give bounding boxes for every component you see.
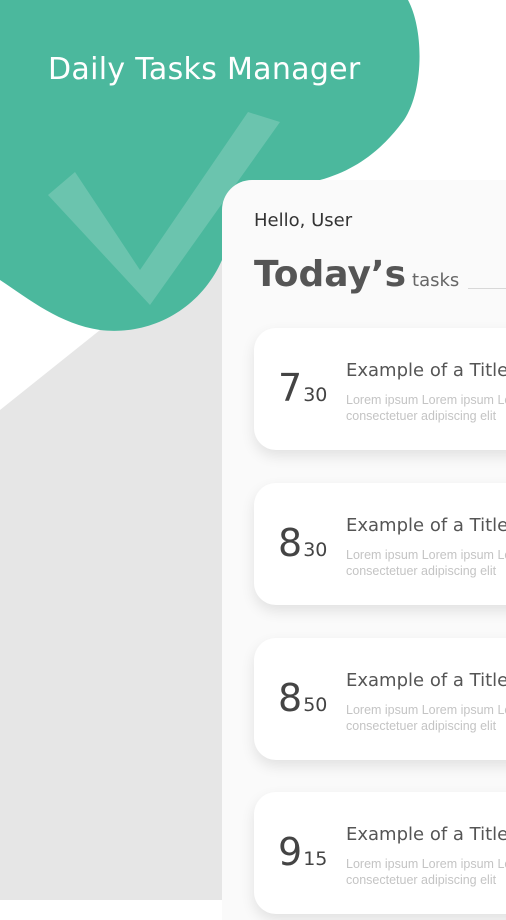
task-description: Lorem ipsum Lorem ipsum Lorem ipsu consec… xyxy=(346,702,506,734)
task-desc-line: consectetuer adipiscing elit xyxy=(346,409,497,423)
task-minute: 50 xyxy=(303,694,328,716)
tasks-panel: Hello, User Today’s tasks 730 Example of … xyxy=(222,180,506,920)
task-card[interactable]: 730 Example of a Title Lorem ipsum Lorem… xyxy=(254,328,506,450)
task-card[interactable]: 915 Example of a Title Lorem ipsum Lorem… xyxy=(254,792,506,914)
task-description: Lorem ipsum Lorem ipsum Lorem ipsu consec… xyxy=(346,856,506,888)
app-title: Daily Tasks Manager xyxy=(48,52,361,87)
task-minute: 15 xyxy=(303,848,328,870)
task-hour: 8 xyxy=(278,676,303,720)
task-hour: 7 xyxy=(278,366,303,410)
task-desc-line: consectetuer adipiscing elit xyxy=(346,873,497,887)
diagonal-shadow xyxy=(0,250,222,900)
task-desc-line: Lorem ipsum Lorem ipsum Lorem ipsu xyxy=(346,857,506,871)
task-card[interactable]: 850 Example of a Title Lorem ipsum Lorem… xyxy=(254,638,506,760)
task-title: Example of a Title xyxy=(346,824,506,845)
heading-sub: tasks xyxy=(412,270,460,291)
task-minute: 30 xyxy=(303,539,328,561)
task-desc-line: consectetuer adipiscing elit xyxy=(346,564,497,578)
task-title: Example of a Title xyxy=(346,515,506,536)
task-time: 830 xyxy=(278,521,327,565)
heading-main: Today’s xyxy=(254,254,407,295)
task-time: 850 xyxy=(278,676,327,720)
task-time: 915 xyxy=(278,830,327,874)
task-desc-line: consectetuer adipiscing elit xyxy=(346,719,497,733)
task-desc-line: Lorem ipsum Lorem ipsum Lorem ipsu xyxy=(346,393,506,407)
task-hour: 8 xyxy=(278,521,303,565)
task-desc-line: Lorem ipsum Lorem ipsum Lorem ipsu xyxy=(346,703,506,717)
task-hour: 9 xyxy=(278,830,303,874)
task-card[interactable]: 830 Example of a Title Lorem ipsum Lorem… xyxy=(254,483,506,605)
task-time: 730 xyxy=(278,366,327,410)
page-heading: Today’s tasks xyxy=(254,254,459,295)
task-description: Lorem ipsum Lorem ipsum Lorem ipsu consec… xyxy=(346,547,506,579)
task-title: Example of a Title xyxy=(346,670,506,691)
task-title: Example of a Title xyxy=(346,360,506,381)
task-description: Lorem ipsum Lorem ipsum Lorem ipsu consec… xyxy=(346,392,506,424)
task-desc-line: Lorem ipsum Lorem ipsum Lorem ipsu xyxy=(346,548,506,562)
greeting: Hello, User xyxy=(254,210,353,231)
task-minute: 30 xyxy=(303,384,328,406)
heading-divider xyxy=(468,288,506,289)
